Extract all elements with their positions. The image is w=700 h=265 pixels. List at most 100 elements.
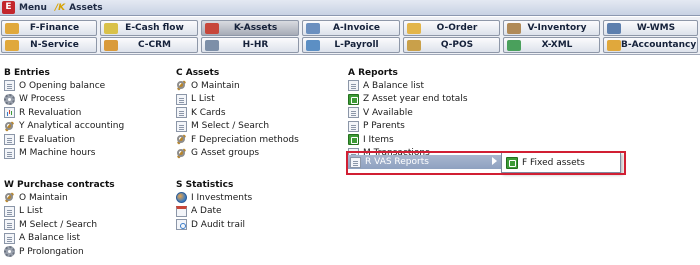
sheet-icon — [4, 219, 15, 231]
title-bar: E Menu /K Assets — [0, 0, 700, 16]
sheet-icon — [348, 107, 359, 119]
module-tab-wms[interactable]: W-WMS — [603, 20, 698, 36]
menu-item-machine-hours[interactable]: M Machine hours — [4, 147, 124, 161]
menu-item-depreciation-methods[interactable]: F Depreciation methods — [176, 133, 299, 147]
menu-item-revaluation[interactable]: R Revaluation — [4, 106, 124, 120]
menu-item-prolongation[interactable]: P Prolongation — [4, 245, 115, 259]
gear-icon — [4, 246, 15, 258]
sheet-icon — [4, 134, 15, 146]
wrench-icon — [4, 121, 15, 132]
menu-item-list[interactable]: L List — [176, 93, 299, 107]
section-title: W Purchase contracts — [4, 180, 115, 190]
audit-trail-icon — [176, 219, 187, 231]
xml-icon — [507, 39, 521, 51]
menu-item-cards[interactable]: K Cards — [176, 106, 299, 120]
hr-icon — [205, 39, 219, 51]
module-tab-pos[interactable]: Q-POS — [403, 37, 500, 53]
inventory-icon — [507, 22, 521, 34]
cash-flow-icon — [104, 22, 118, 34]
section-title: C Assets — [176, 68, 220, 78]
module-tab-hr[interactable]: H-HR — [201, 37, 299, 53]
report-icon — [348, 93, 359, 105]
section-title: B Entries — [4, 68, 50, 78]
menu-item-evaluation[interactable]: E Evaluation — [4, 133, 124, 147]
sheet-icon — [348, 80, 359, 92]
pos-icon — [407, 39, 421, 51]
submenu-item-fixed-assets[interactable]: F Fixed assets — [506, 156, 585, 170]
module-tab-accountancy[interactable]: B-Accountancy — [603, 37, 698, 53]
menu-label[interactable]: Menu — [19, 3, 47, 13]
module-tab-payroll[interactable]: L-Payroll — [302, 37, 400, 53]
wrench-icon — [176, 134, 187, 145]
crm-icon — [104, 39, 118, 51]
sheet-icon — [176, 93, 187, 105]
report-icon — [506, 156, 518, 169]
menu-item-maintain[interactable]: O Maintain — [4, 191, 115, 205]
wrench-icon — [176, 80, 187, 91]
module-tab-crm[interactable]: C-CRM — [100, 37, 198, 53]
breadcrumb-current: Assets — [69, 2, 103, 13]
module-tab-service[interactable]: N-Service — [1, 37, 97, 53]
menu-item-list[interactable]: L List — [4, 205, 115, 219]
section-statistics: S Statistics I Investments A Date D Audi… — [176, 179, 252, 232]
calendar-icon — [176, 205, 187, 217]
wrench-icon — [176, 148, 187, 159]
sheet-icon — [348, 120, 359, 132]
wrench-icon — [4, 192, 15, 203]
menu-item-available[interactable]: V Available — [348, 106, 468, 120]
report-icon — [348, 134, 359, 146]
accountancy-icon — [607, 39, 621, 51]
module-tab-cash-flow[interactable]: E-Cash flow — [100, 20, 198, 36]
invoice-icon — [306, 22, 320, 34]
submenu-arrow-icon — [492, 157, 497, 165]
menu-item-date[interactable]: A Date — [176, 205, 252, 219]
finance-icon — [5, 22, 19, 34]
sheet-icon — [176, 107, 187, 119]
menu-item-parents[interactable]: P Parents — [348, 120, 468, 134]
sheet-icon — [4, 205, 15, 217]
sheet-icon — [350, 156, 361, 168]
module-tab-assets[interactable]: K-Assets — [201, 20, 299, 36]
menu-item-maintain[interactable]: O Maintain — [176, 79, 299, 93]
vas-reports-submenu: F Fixed assets — [501, 152, 621, 173]
menu-item-process[interactable]: W Process — [4, 93, 124, 107]
menu-item-vas-reports[interactable]: R VAS Reports — [348, 155, 502, 169]
section-reports: A Reports A Balance list Z Asset year en… — [348, 67, 468, 160]
menu-item-asset-year-end-totals[interactable]: Z Asset year end totals — [348, 93, 468, 107]
service-icon — [5, 39, 19, 51]
module-tab-invoice[interactable]: A-Invoice — [302, 20, 400, 36]
chart-icon — [4, 107, 15, 119]
assets-icon — [205, 22, 219, 34]
sheet-icon — [4, 147, 15, 159]
menu-item-opening-balance[interactable]: O Opening balance — [4, 79, 124, 93]
module-tab-inventory[interactable]: V-Inventory — [503, 20, 600, 36]
wms-icon — [607, 22, 621, 34]
section-title: A Reports — [348, 68, 398, 78]
app-logo-icon[interactable]: E — [2, 1, 15, 14]
section-purchase-contracts: W Purchase contracts O Maintain L List M… — [4, 179, 115, 259]
section-assets: C Assets O Maintain L List K Cards M Sel… — [176, 67, 299, 160]
payroll-icon — [306, 39, 320, 51]
module-tab-order[interactable]: O-Order — [403, 20, 500, 36]
menu-item-audit-trail[interactable]: D Audit trail — [176, 218, 252, 232]
gear-icon — [4, 93, 15, 105]
breadcrumb-prefix: /K — [54, 2, 66, 13]
menu-item-balance-list[interactable]: A Balance list — [4, 232, 115, 246]
menu-item-analytical-accounting[interactable]: Y Analytical accounting — [4, 120, 124, 134]
sheet-icon — [4, 232, 15, 244]
sheet-icon — [4, 80, 15, 92]
module-tab-xml[interactable]: X-XML — [503, 37, 600, 53]
menu-item-select-search[interactable]: M Select / Search — [176, 120, 299, 134]
section-title: S Statistics — [176, 180, 234, 190]
menu-item-balance-list[interactable]: A Balance list — [348, 79, 468, 93]
menu-item-investments[interactable]: I Investments — [176, 191, 252, 205]
order-icon — [407, 22, 421, 34]
section-entries: B Entries O Opening balance W Process R … — [4, 67, 124, 160]
menu-item-items[interactable]: I Items — [348, 133, 468, 147]
sheet-icon — [176, 120, 187, 132]
menu-item-select-search[interactable]: M Select / Search — [4, 218, 115, 232]
globe-icon — [176, 192, 187, 204]
menu-item-asset-groups[interactable]: G Asset groups — [176, 147, 299, 161]
module-tab-finance[interactable]: F-Finance — [1, 20, 97, 36]
module-bar: F-Finance E-Cash flow K-Assets A-Invoice… — [0, 17, 700, 55]
